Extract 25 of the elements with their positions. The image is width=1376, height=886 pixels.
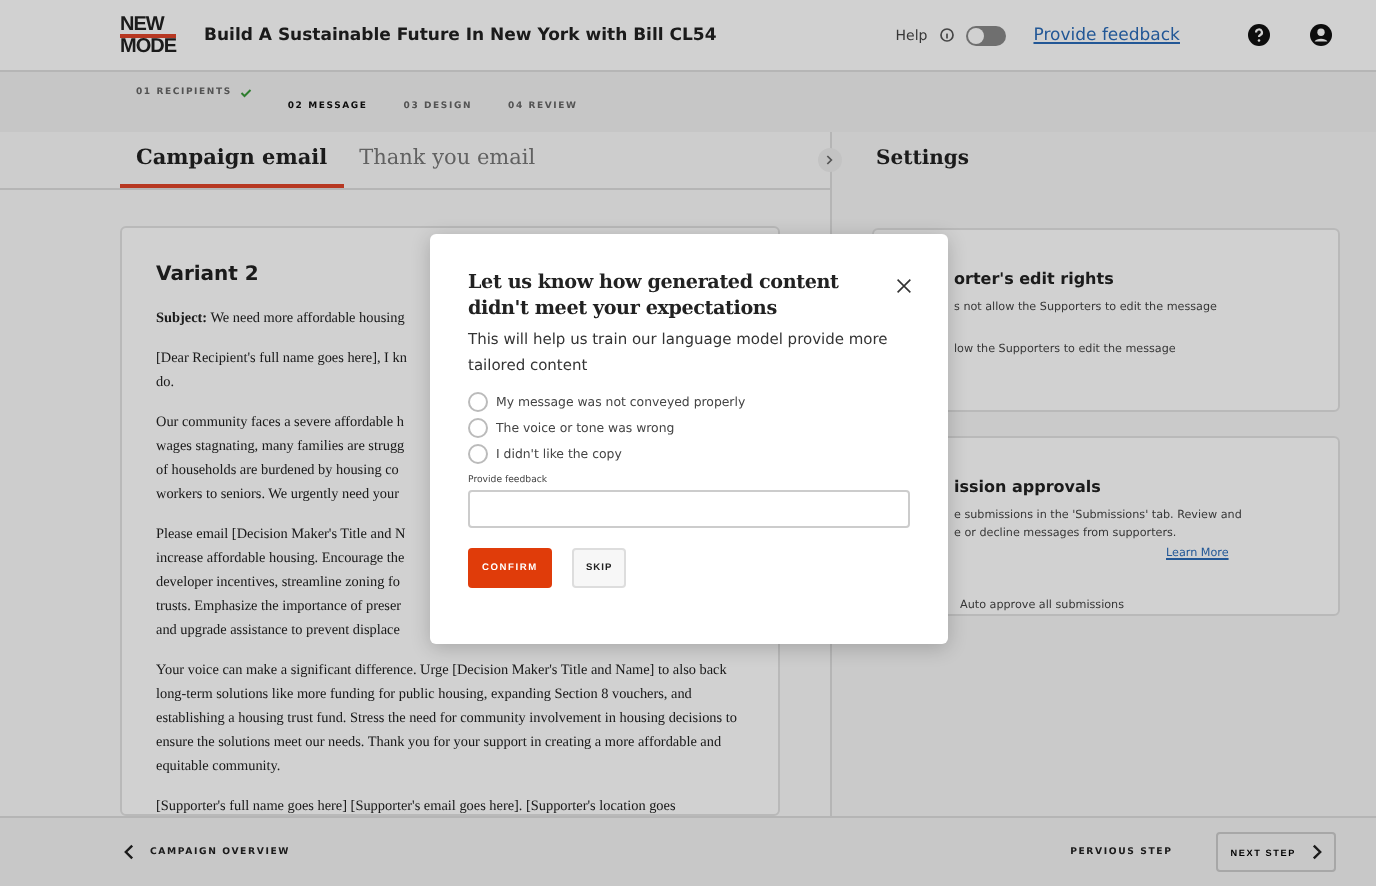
settings-title: Settings <box>876 146 972 174</box>
help-toggle[interactable] <box>965 25 1006 45</box>
provide-feedback-link[interactable]: Provide feedback <box>1033 25 1180 45</box>
help-icon[interactable] <box>1248 24 1270 46</box>
feedback-input[interactable] <box>468 490 910 528</box>
chevron-right-icon <box>826 154 834 166</box>
settings-card-title: ission approvals <box>954 478 1103 496</box>
learn-more-link[interactable]: Learn More <box>1166 548 1229 560</box>
info-icon <box>939 28 954 42</box>
email-tab[interactable]: Thank you email <box>343 132 552 188</box>
radio-button[interactable] <box>468 418 488 438</box>
back-chevron-icon <box>124 844 134 860</box>
settings-card-title: orter's edit rights <box>954 270 1116 288</box>
dialog-title: Let us know how generated content didn't meet your expectations <box>468 270 841 322</box>
logo: NEW MODE <box>120 15 176 55</box>
collapse-button[interactable] <box>818 148 842 172</box>
email-tab[interactable]: Campaign email <box>120 132 344 188</box>
chevron-right-icon <box>1312 844 1322 860</box>
campaign-title: Build A Sustainable Future In New York with Bill CL54 <box>204 25 717 45</box>
close-icon[interactable] <box>896 278 912 294</box>
radio-button[interactable] <box>468 392 488 412</box>
variant-title: Variant 2 <box>156 264 259 286</box>
radio-button[interactable] <box>468 444 488 464</box>
check-icon <box>239 88 252 98</box>
account-icon[interactable] <box>1310 24 1332 46</box>
